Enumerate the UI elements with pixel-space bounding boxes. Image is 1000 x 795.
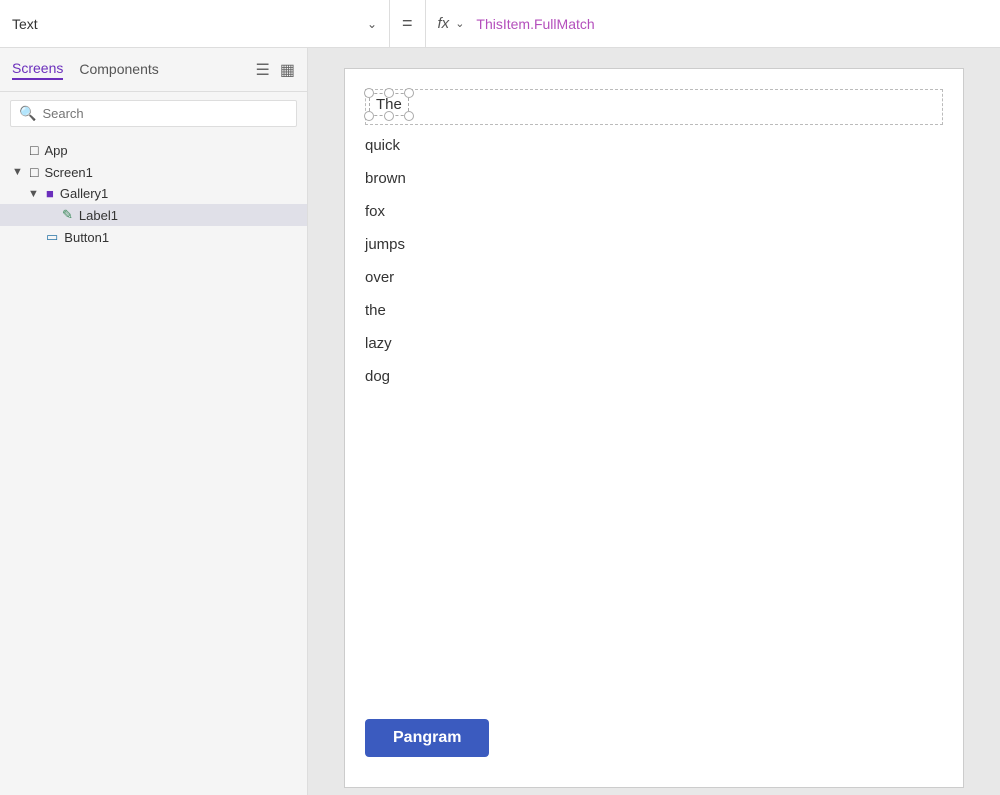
- screen1-chevron[interactable]: ▼: [12, 166, 26, 178]
- chevron-placeholder: [12, 144, 26, 156]
- handle-top-right[interactable]: [404, 88, 414, 98]
- tree-item-gallery1[interactable]: ▼ ■ Gallery1: [0, 183, 307, 204]
- tree-item-screen1[interactable]: ▼ □ Screen1: [0, 161, 307, 183]
- pangram-button[interactable]: Pangram: [365, 719, 489, 757]
- fx-chevron-icon[interactable]: ⌄: [455, 17, 464, 30]
- gallery1-chevron[interactable]: ▼: [28, 188, 42, 200]
- search-icon: 🔍: [19, 105, 36, 122]
- main-area: Screens Components ☰ ▦ 🔍 □ App ▼: [0, 48, 1000, 795]
- tree-label-gallery1: Gallery1: [60, 186, 108, 201]
- panel-tabs: Screens Components ☰ ▦: [0, 48, 307, 92]
- grid-view-icon[interactable]: ▦: [280, 60, 295, 80]
- tab-screens[interactable]: Screens: [12, 60, 63, 80]
- gallery-word-4[interactable]: over: [345, 261, 963, 294]
- tree-label-label1: Label1: [79, 208, 118, 223]
- panel-tab-icons: ☰ ▦: [256, 60, 295, 80]
- gallery-word-2[interactable]: fox: [345, 195, 963, 228]
- search-bar: 🔍: [10, 100, 297, 127]
- equals-sign: =: [390, 0, 426, 48]
- gallery-icon: ■: [46, 186, 54, 201]
- app-icon: □: [30, 142, 38, 158]
- fx-icon: fx: [438, 15, 450, 32]
- button-icon: ▭: [46, 229, 58, 245]
- gallery-word-7[interactable]: dog: [345, 360, 963, 393]
- property-select-label: Text: [12, 16, 359, 32]
- property-dropdown[interactable]: Text ⌄: [0, 0, 390, 48]
- gallery-word-5[interactable]: the: [345, 294, 963, 327]
- tree-label-screen1: Screen1: [44, 165, 92, 180]
- handle-bottom-right[interactable]: [404, 111, 414, 121]
- label-icon: ✎: [62, 207, 73, 223]
- handle-top-mid[interactable]: [384, 88, 394, 98]
- search-input[interactable]: [42, 106, 288, 121]
- tab-components[interactable]: Components: [79, 61, 158, 79]
- gallery-word-6[interactable]: lazy: [345, 327, 963, 360]
- tree-view: □ App ▼ □ Screen1 ▼ ■ Gallery1 ✎: [0, 135, 307, 795]
- top-bar: Text ⌄ = fx ⌄ ThisItem.FullMatch: [0, 0, 1000, 48]
- gallery-selection-area: [365, 89, 943, 125]
- handle-top-left[interactable]: [364, 88, 374, 98]
- tree-item-button1[interactable]: ▭ Button1: [0, 226, 307, 248]
- tree-item-app[interactable]: □ App: [0, 139, 307, 161]
- first-gallery-item[interactable]: The: [369, 93, 409, 118]
- gallery-words-container: quick brown fox jumps over the lazy dog: [345, 129, 963, 393]
- button1-chevron-placeholder: [28, 231, 42, 243]
- formula-bar: fx ⌄ ThisItem.FullMatch: [426, 15, 1000, 32]
- left-panel: Screens Components ☰ ▦ 🔍 □ App ▼: [0, 48, 308, 795]
- tree-item-label1[interactable]: ✎ Label1: [0, 204, 307, 226]
- tree-label-app: App: [44, 143, 67, 158]
- screen-icon: □: [30, 164, 38, 180]
- gallery-word-0[interactable]: quick: [345, 129, 963, 162]
- label1-chevron-placeholder: [44, 209, 58, 221]
- tree-label-button1: Button1: [64, 230, 109, 245]
- canvas-area: The quick brown fox jumps over the lazy: [308, 48, 1000, 795]
- label-selected-container: The: [369, 93, 409, 116]
- formula-expression[interactable]: ThisItem.FullMatch: [476, 16, 594, 32]
- gallery-word-3[interactable]: jumps: [345, 228, 963, 261]
- gallery-word-1[interactable]: brown: [345, 162, 963, 195]
- list-view-icon[interactable]: ☰: [256, 60, 270, 80]
- handle-bottom-mid[interactable]: [384, 111, 394, 121]
- handle-bottom-left[interactable]: [364, 111, 374, 121]
- dropdown-arrow-icon[interactable]: ⌄: [367, 17, 377, 31]
- screen-canvas: The quick brown fox jumps over the lazy: [344, 68, 964, 788]
